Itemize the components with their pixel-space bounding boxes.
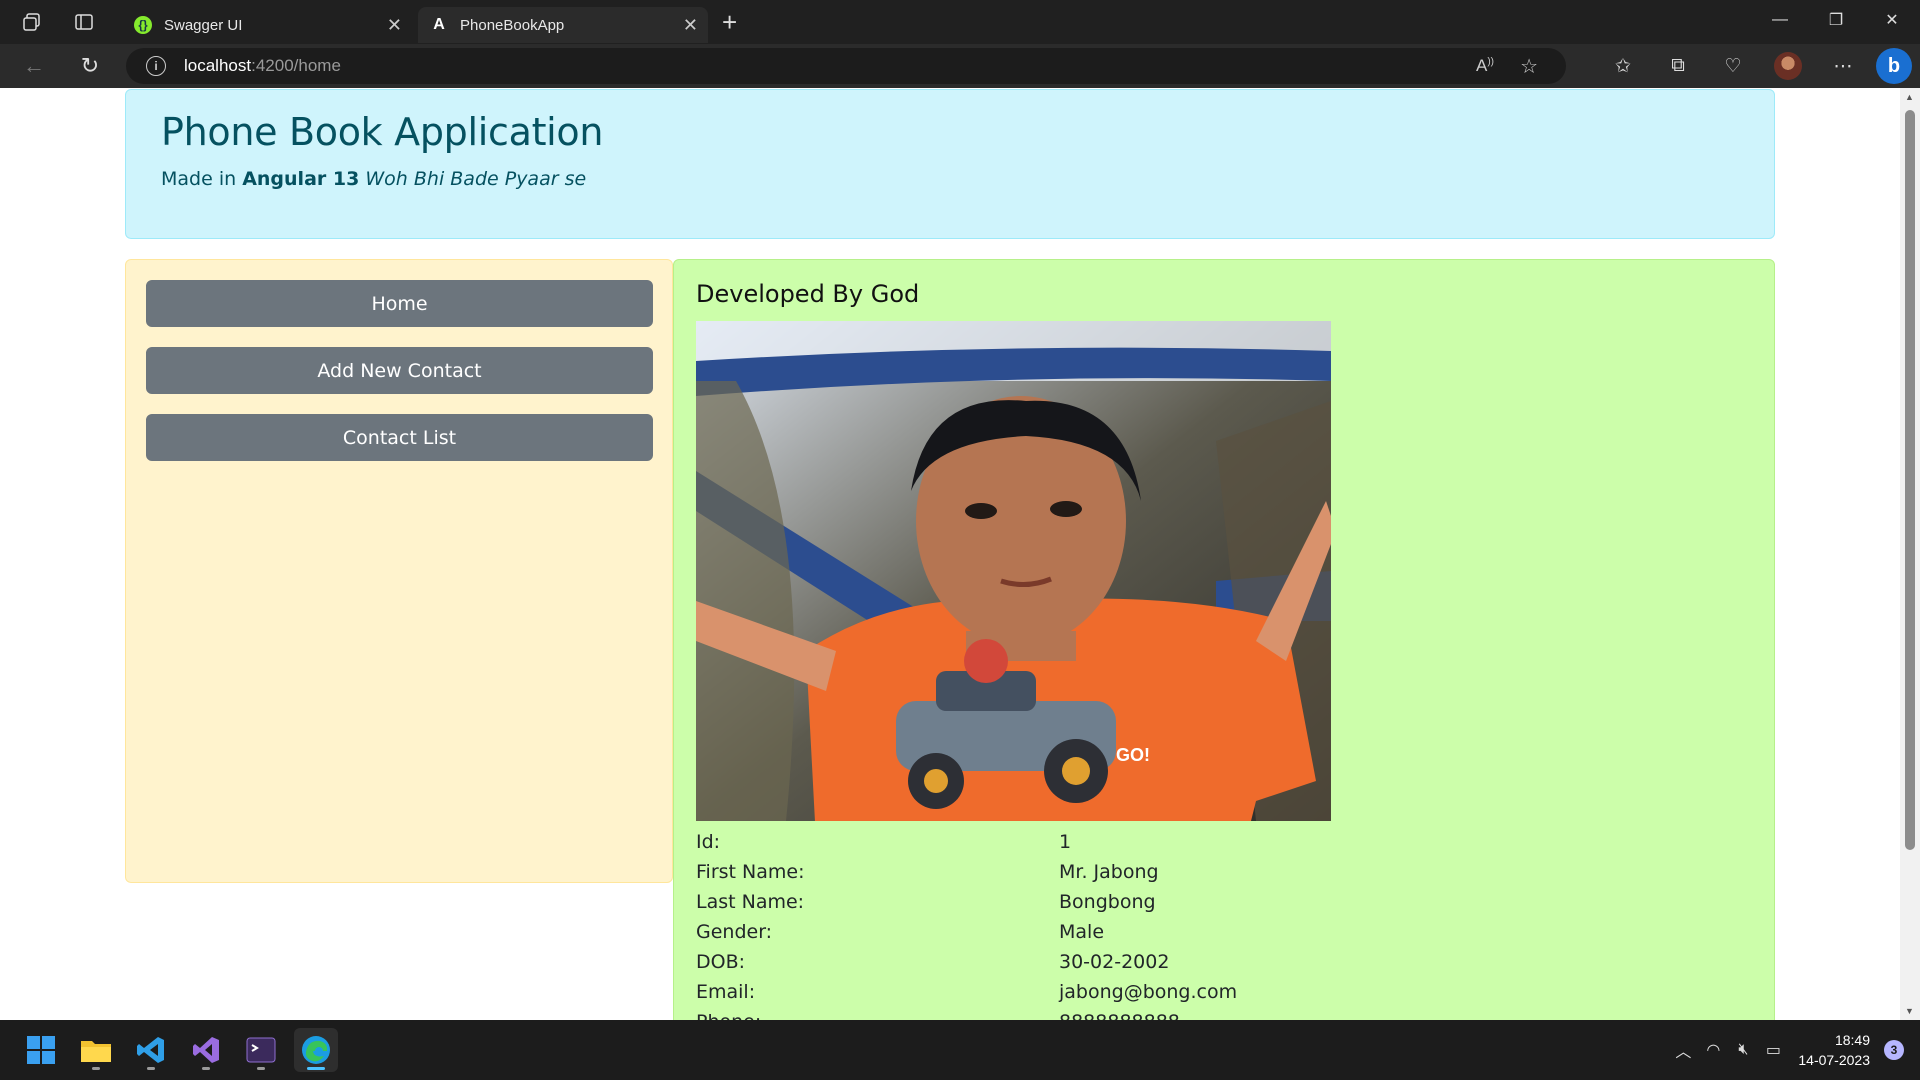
site-info-icon[interactable]: i bbox=[146, 56, 166, 76]
tagline-text: Woh Bhi Bade Pyaar se bbox=[365, 168, 587, 190]
notification-badge[interactable]: 3 bbox=[1884, 1040, 1904, 1060]
url-text[interactable]: localhost:4200/home bbox=[184, 56, 341, 76]
chevron-up-icon[interactable]: ︿ bbox=[1668, 1038, 1698, 1062]
minimize-icon[interactable]: — bbox=[1752, 0, 1808, 40]
browser-tab-bar: {} Swagger UI ✕ A PhoneBookApp ✕ + — ❐ ✕ bbox=[0, 0, 1920, 44]
swagger-icon: {} bbox=[134, 16, 152, 34]
detail-row-email: Email: jabong@bong.com bbox=[696, 977, 1396, 1007]
contact-list-button[interactable]: Contact List bbox=[146, 414, 653, 461]
workspaces-icon[interactable] bbox=[14, 4, 50, 40]
back-icon[interactable]: ← bbox=[14, 46, 54, 86]
profile-avatar[interactable] bbox=[1766, 44, 1810, 88]
favorites-icon[interactable]: ✩ bbox=[1601, 44, 1645, 88]
page-title: Phone Book Application bbox=[161, 110, 604, 154]
clock-date: 14-07-2023 bbox=[1798, 1052, 1870, 1068]
field-label: DOB: bbox=[696, 951, 746, 973]
field-label: Gender: bbox=[696, 921, 773, 943]
more-options-icon[interactable]: ⋯ bbox=[1821, 44, 1865, 88]
header-banner: Phone Book Application Made in Angular 1… bbox=[125, 89, 1775, 239]
vscode-icon[interactable] bbox=[129, 1028, 173, 1072]
sidebar: Home Add New Contact Contact List bbox=[125, 259, 673, 883]
start-icon[interactable] bbox=[19, 1028, 63, 1072]
favorite-star-icon[interactable]: ☆ bbox=[1520, 54, 1538, 79]
field-label: Id: bbox=[696, 831, 721, 853]
detail-row-gender: Gender: Male bbox=[696, 917, 1396, 947]
tab-swagger-ui[interactable]: {} Swagger UI ✕ bbox=[122, 7, 412, 43]
field-label: Last Name: bbox=[696, 891, 805, 913]
new-tab-icon[interactable]: + bbox=[722, 7, 737, 38]
page-scrollbar[interactable]: ▲ ▼ bbox=[1900, 88, 1920, 1020]
field-value: 1 bbox=[1059, 831, 1072, 853]
close-tab-icon[interactable]: ✕ bbox=[387, 15, 402, 36]
developer-photo: GO! bbox=[696, 321, 1331, 821]
add-new-contact-button[interactable]: Add New Contact bbox=[146, 347, 653, 394]
collections-icon[interactable]: ⧉ bbox=[1656, 44, 1700, 88]
developer-heading: Developed By God bbox=[696, 280, 920, 308]
browser-essentials-icon[interactable]: ♡ bbox=[1711, 44, 1755, 88]
visual-studio-icon[interactable] bbox=[184, 1028, 228, 1072]
detail-row-id: Id: 1 bbox=[696, 827, 1396, 857]
field-label: Phone: bbox=[696, 1011, 1059, 1020]
restore-icon[interactable]: ❐ bbox=[1808, 0, 1864, 40]
tab-phonebookapp[interactable]: A PhoneBookApp ✕ bbox=[418, 7, 708, 43]
field-value: Mr. Jabong bbox=[1059, 861, 1159, 883]
read-aloud-icon[interactable]: A)) bbox=[1476, 56, 1494, 76]
angular-icon: A bbox=[433, 16, 445, 33]
windows-taskbar: ︿ ◠ 🔇︎ ▭ 18:49 14-07-2023 3 bbox=[0, 1020, 1920, 1080]
detail-row-phone: Phone:8888888888 bbox=[696, 1007, 1396, 1020]
tab-title: Swagger UI bbox=[164, 16, 243, 34]
main-content: Developed By God GO! Id: 1 First Name: M… bbox=[673, 259, 1775, 1020]
header-subtitle: Made in Angular 13 Woh Bhi Bade Pyaar se bbox=[161, 168, 1739, 190]
bing-copilot-icon[interactable]: b bbox=[1876, 44, 1920, 88]
close-window-icon[interactable]: ✕ bbox=[1864, 0, 1920, 40]
page-viewport: Phone Book Application Made in Angular 1… bbox=[0, 88, 1900, 1020]
field-value: Bongbong bbox=[1059, 891, 1156, 913]
detail-row-dob: DOB: 30-02-2002 bbox=[696, 947, 1396, 977]
clock-time: 18:49 bbox=[1834, 1032, 1870, 1048]
field-value: Male bbox=[1059, 921, 1105, 943]
scroll-down-icon[interactable]: ▼ bbox=[1905, 1006, 1914, 1016]
detail-row-first-name: First Name: Mr. Jabong bbox=[696, 857, 1396, 887]
svg-text:GO!: GO! bbox=[1116, 745, 1150, 765]
field-label: First Name: bbox=[696, 861, 805, 883]
battery-icon[interactable]: ▭ bbox=[1758, 1040, 1788, 1060]
field-value: 8888888888 bbox=[1059, 1011, 1180, 1020]
scroll-up-icon[interactable]: ▲ bbox=[1905, 92, 1914, 102]
clock[interactable]: 18:49 14-07-2023 bbox=[1798, 1030, 1870, 1070]
tab-title: PhoneBookApp bbox=[460, 16, 565, 34]
edge-icon[interactable] bbox=[294, 1028, 338, 1072]
file-explorer-icon[interactable] bbox=[74, 1028, 118, 1072]
url-host: localhost bbox=[184, 56, 252, 75]
address-bar[interactable]: i localhost:4200/home A)) ☆ bbox=[126, 48, 1566, 84]
home-button[interactable]: Home bbox=[146, 280, 653, 327]
terminal-icon[interactable] bbox=[239, 1028, 283, 1072]
made-in-text: Made in bbox=[161, 168, 237, 190]
browser-toolbar: ← ↻ i localhost:4200/home A)) ☆ ✩ ⧉ ♡ ⋯ … bbox=[0, 44, 1920, 88]
volume-muted-icon[interactable]: 🔇︎ bbox=[1728, 1041, 1758, 1059]
field-label: Email: bbox=[696, 981, 756, 1003]
url-path: :4200/home bbox=[251, 56, 341, 75]
contact-details: Id: 1 First Name: Mr. Jabong Last Name: Bon… bbox=[696, 827, 1396, 1020]
detail-row-last-name: Last Name: Bongbong bbox=[696, 887, 1396, 917]
close-tab-icon[interactable]: ✕ bbox=[683, 15, 698, 36]
scrollbar-thumb[interactable] bbox=[1905, 110, 1915, 850]
field-value: jabong@bong.com bbox=[1059, 981, 1238, 1003]
reload-icon[interactable]: ↻ bbox=[70, 46, 110, 86]
tab-actions-icon[interactable] bbox=[66, 4, 102, 40]
field-value: 30-02-2002 bbox=[1059, 951, 1170, 973]
wifi-icon[interactable]: ◠ bbox=[1698, 1040, 1728, 1060]
framework-text: Angular 13 bbox=[242, 168, 360, 190]
